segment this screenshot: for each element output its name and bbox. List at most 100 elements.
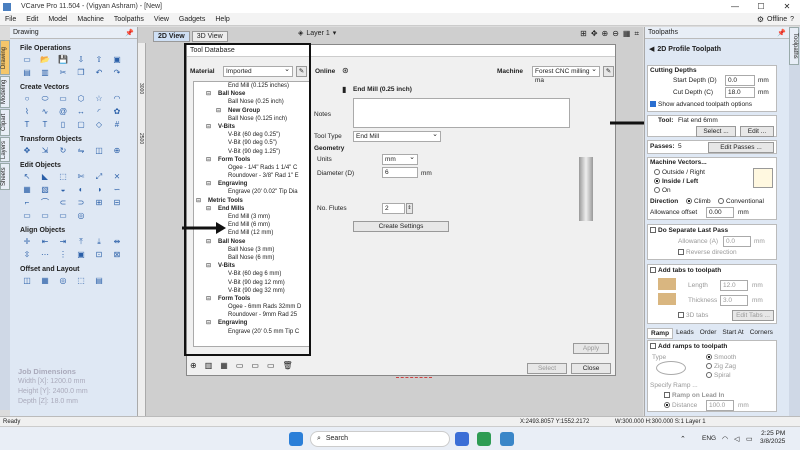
climb-radio[interactable]: Climb xyxy=(686,198,711,205)
offset-icon[interactable]: ⊂ xyxy=(56,197,70,208)
chevron-up-icon[interactable]: ⌃ xyxy=(680,435,686,443)
menu-model[interactable]: Model xyxy=(43,16,72,23)
task-view-icon[interactable] xyxy=(455,432,469,446)
nesting-icon[interactable]: ⬚ xyxy=(74,275,88,286)
save-file-icon[interactable]: 💾 xyxy=(56,54,70,65)
image-icon[interactable]: ▣ xyxy=(110,54,124,65)
redo-icon[interactable]: ↷ xyxy=(110,67,124,78)
close-vector-icon[interactable]: ⊃ xyxy=(74,197,88,208)
apply-button[interactable]: Apply xyxy=(573,343,609,354)
layout-icon[interactable]: ▤ xyxy=(92,275,106,286)
group-icon[interactable]: ▦ xyxy=(20,184,34,195)
show-advanced-checkbox[interactable]: Show advanced toolpath options xyxy=(650,101,752,108)
zoom-in-icon[interactable]: ⊕ xyxy=(602,29,609,39)
edit-tabs-button[interactable]: Edit Tabs ... xyxy=(732,310,774,321)
circle-icon[interactable]: ○ xyxy=(20,93,34,104)
menu-help[interactable]: Help xyxy=(210,16,234,23)
tab-leads[interactable]: Leads xyxy=(673,328,697,339)
distort-icon[interactable]: ◫ xyxy=(92,145,106,156)
copy-tool-icon[interactable]: ▥ xyxy=(205,361,213,370)
distribute-v-icon[interactable]: ⋮ xyxy=(56,249,70,260)
job-setup-icon[interactable]: ▤ xyxy=(20,67,34,78)
array-copy-icon[interactable]: ▦ xyxy=(38,275,52,286)
export-tool-icon[interactable]: ▭ xyxy=(267,361,275,370)
rectangle-icon[interactable]: ▭ xyxy=(56,93,70,104)
diameter-input[interactable]: 6 xyxy=(382,167,418,178)
ungroup-icon[interactable]: ▧ xyxy=(38,184,52,195)
shape-icon[interactable]: ▢ xyxy=(74,119,88,130)
array-icon[interactable]: ▭ xyxy=(20,210,34,221)
edit-tool-button[interactable]: Edit ... xyxy=(740,126,774,137)
import-icon[interactable]: ⇩ xyxy=(74,54,88,65)
conventional-radio[interactable]: Conventional xyxy=(718,198,764,205)
tab-corners[interactable]: Corners xyxy=(747,328,776,339)
space-icon[interactable]: ⊡ xyxy=(92,249,106,260)
flower-icon[interactable]: ✿ xyxy=(110,106,124,117)
create-settings-button[interactable]: Create Settings xyxy=(353,221,449,232)
menu-view[interactable]: View xyxy=(149,16,174,23)
maximize-button[interactable]: ☐ xyxy=(748,2,774,11)
tab-drawing[interactable]: Drawing xyxy=(0,40,10,75)
offline-status[interactable]: Offline xyxy=(767,16,787,23)
grid-icon[interactable]: # xyxy=(110,119,124,130)
spiral-radio[interactable]: Spiral xyxy=(706,372,731,379)
vcarve-app-icon[interactable] xyxy=(477,432,491,446)
text-icon[interactable]: T xyxy=(20,119,34,130)
tab-layers[interactable]: Layers xyxy=(0,137,10,162)
tab-clipart[interactable]: Clipart xyxy=(0,109,10,136)
polygon-icon[interactable]: ⬡ xyxy=(74,93,88,104)
minimize-button[interactable]: — xyxy=(722,2,748,11)
text-arc-icon[interactable]: T xyxy=(38,119,52,130)
smooth-icon[interactable]: ∽ xyxy=(110,184,124,195)
flutes-stepper[interactable]: ⇕ xyxy=(406,203,413,214)
add-ramps-checkbox[interactable]: Add ramps to toolpath xyxy=(650,343,727,350)
align-center-icon[interactable]: ✛ xyxy=(20,236,34,247)
warp-icon[interactable]: ⊕ xyxy=(110,145,124,156)
open-file-icon[interactable]: 📂 xyxy=(38,54,52,65)
export-icon[interactable]: ⇧ xyxy=(92,54,106,65)
tab-toolpaths-side[interactable]: Toolpaths xyxy=(789,27,799,65)
menu-file[interactable]: File xyxy=(0,16,21,23)
menu-edit[interactable]: Edit xyxy=(21,16,43,23)
tab-modeling[interactable]: Modeling xyxy=(0,76,10,108)
user-icon[interactable]: ⊛ xyxy=(342,66,349,75)
machine-select[interactable]: Forest CNC milling ma xyxy=(532,65,600,84)
back-icon[interactable]: ◀ xyxy=(649,45,654,53)
select-button[interactable]: Select xyxy=(527,363,567,374)
fillet-tool-icon[interactable]: ⌐ xyxy=(20,197,34,208)
menu-gadgets[interactable]: Gadgets xyxy=(174,16,210,23)
start-depth-input[interactable]: 0.0 xyxy=(725,75,755,86)
flutes-input[interactable]: 2 xyxy=(382,203,405,214)
zigzag-radio[interactable]: Zig Zag xyxy=(706,363,736,370)
menu-machine[interactable]: Machine xyxy=(72,16,108,23)
ramp-lead-in-checkbox[interactable]: Ramp on Lead In xyxy=(664,392,724,399)
curve-icon[interactable]: ∿ xyxy=(38,106,52,117)
on-radio[interactable]: On xyxy=(654,187,671,194)
pin-icon[interactable]: 📌 xyxy=(777,29,786,37)
edit-machine-icon[interactable]: ✎ xyxy=(603,66,614,77)
align-node-icon[interactable]: ⊠ xyxy=(110,249,124,260)
dogbone-icon[interactable]: ◎ xyxy=(74,210,88,221)
active-app-icon[interactable] xyxy=(500,432,514,446)
rotate-icon[interactable]: ↻ xyxy=(56,145,70,156)
menu-toolpaths[interactable]: Toolpaths xyxy=(109,16,149,23)
tab-ramp[interactable]: Ramp xyxy=(647,328,674,339)
pan-icon[interactable]: ✥ xyxy=(591,29,598,39)
notes-field[interactable] xyxy=(353,98,570,128)
spiral-icon[interactable]: @ xyxy=(56,106,70,117)
document-icon[interactable]: ▥ xyxy=(38,67,52,78)
select-tool-button[interactable]: Select ... xyxy=(696,126,736,137)
star-icon[interactable]: ☆ xyxy=(92,93,106,104)
copy-along-icon[interactable]: ▭ xyxy=(38,210,52,221)
tab-start-at[interactable]: Start At xyxy=(719,328,746,339)
weld-icon[interactable]: ◒ xyxy=(56,184,70,195)
cut-depth-input[interactable]: 18.0 xyxy=(725,87,755,98)
align-page-icon[interactable]: ▣ xyxy=(74,249,88,260)
wifi-icon[interactable]: ◠ xyxy=(722,435,728,443)
taskbar-search[interactable]: ⌕ Search xyxy=(310,431,450,447)
dimension-icon[interactable]: ↔ xyxy=(74,106,88,117)
join-icon[interactable]: ⨯ xyxy=(110,171,124,182)
inside-radio[interactable]: Inside / Left xyxy=(654,178,698,185)
distance-input[interactable]: 100.0 xyxy=(706,400,734,411)
circular-array-icon[interactable]: ◎ xyxy=(56,275,70,286)
